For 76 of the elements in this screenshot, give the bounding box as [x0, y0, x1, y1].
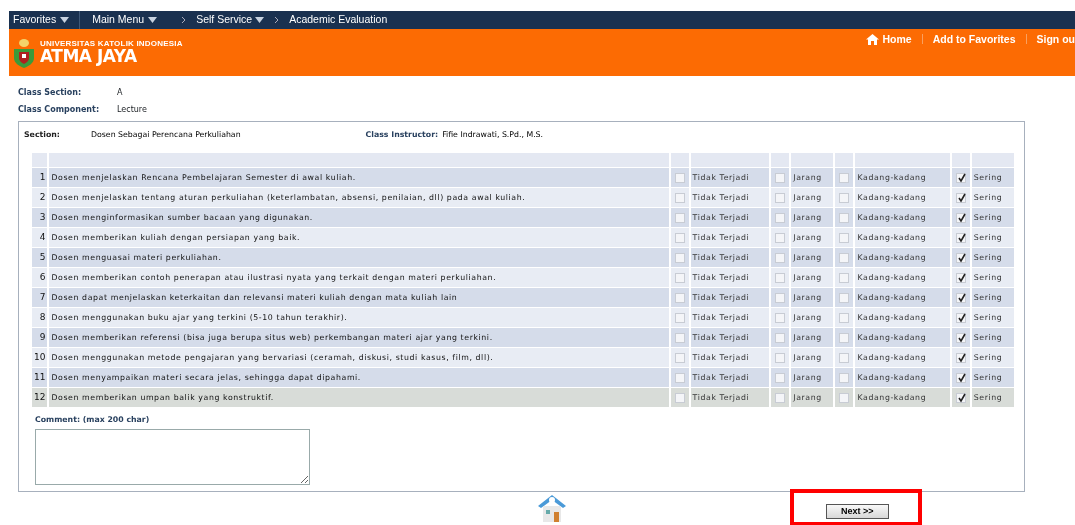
checkbox[interactable]: [674, 392, 685, 403]
checkbox[interactable]: [955, 272, 966, 283]
field-label: Class Component:: [18, 103, 101, 116]
checkbox[interactable]: [775, 192, 786, 203]
checkbox[interactable]: [955, 212, 966, 223]
checkbox[interactable]: [674, 252, 685, 263]
checkbox[interactable]: [775, 332, 786, 343]
crest-icon: [11, 37, 37, 68]
checkbox[interactable]: [839, 292, 850, 303]
checkbox[interactable]: [775, 292, 786, 303]
checkbox[interactable]: [839, 192, 850, 203]
checkbox[interactable]: [674, 292, 685, 303]
row-number: 7: [32, 288, 48, 307]
logo-tagline: UNIVERSITAS KATOLIK INDONESIA: [40, 40, 183, 48]
chevron-icon: [274, 16, 280, 24]
field-label: Class Section:: [18, 86, 83, 99]
field-value: A: [117, 86, 123, 99]
chevron-icon: [181, 16, 187, 24]
next-button[interactable]: Next >>: [826, 503, 889, 519]
checkbox[interactable]: [839, 352, 850, 363]
row-number: 10: [32, 348, 48, 367]
checkbox[interactable]: [775, 212, 786, 223]
checkbox[interactable]: [955, 372, 966, 383]
checkbox[interactable]: [839, 332, 850, 343]
checkbox[interactable]: [839, 232, 850, 243]
checkbox[interactable]: [839, 392, 850, 403]
row-number: 4: [32, 228, 48, 247]
menu-item[interactable]: Favorites: [13, 12, 57, 28]
checkbox[interactable]: [955, 232, 966, 243]
breadcrumb-item[interactable]: Academic Evaluation: [289, 12, 388, 28]
checkbox[interactable]: [955, 352, 966, 363]
row-number: 8: [32, 308, 48, 327]
checkbox[interactable]: [839, 212, 850, 223]
checkbox[interactable]: [775, 352, 786, 363]
field-value: Lecture: [117, 103, 147, 116]
checkbox[interactable]: [839, 372, 850, 383]
checkbox[interactable]: [674, 332, 685, 343]
checkbox[interactable]: [674, 312, 685, 323]
checkbox[interactable]: [674, 352, 685, 363]
checkbox[interactable]: [955, 252, 966, 263]
checkbox[interactable]: [775, 232, 786, 243]
checkbox[interactable]: [955, 332, 966, 343]
checkbox[interactable]: [955, 312, 966, 323]
row-number: 5: [32, 248, 48, 267]
comment-field[interactable]: [35, 428, 310, 485]
checkbox[interactable]: [775, 372, 786, 383]
breadcrumb-item[interactable]: Self Service: [196, 12, 253, 28]
logo-text: ATMA JAYA: [40, 48, 138, 65]
checkbox[interactable]: [775, 392, 786, 403]
home-icon: [866, 34, 880, 46]
checkbox[interactable]: [775, 252, 786, 263]
row-number: 3: [32, 208, 48, 227]
checkbox[interactable]: [674, 192, 685, 203]
checkbox[interactable]: [839, 312, 850, 323]
row-number: 2: [32, 188, 48, 207]
checkbox[interactable]: [955, 392, 966, 403]
checkbox[interactable]: [955, 172, 966, 183]
checkbox[interactable]: [674, 212, 685, 223]
checkbox[interactable]: [775, 312, 786, 323]
row-number: 12: [32, 388, 48, 407]
row-number: 9: [32, 328, 48, 347]
checkbox[interactable]: [674, 372, 685, 383]
checkbox[interactable]: [955, 192, 966, 203]
row-number: 11: [32, 368, 48, 387]
checkbox[interactable]: [674, 272, 685, 283]
checkbox[interactable]: [955, 292, 966, 303]
checkbox[interactable]: [839, 172, 850, 183]
checkbox[interactable]: [674, 172, 685, 183]
checkbox[interactable]: [775, 172, 786, 183]
row-number: 1: [32, 168, 48, 187]
row-number: 6: [32, 268, 48, 287]
checkbox[interactable]: [839, 252, 850, 263]
checkbox[interactable]: [775, 272, 786, 283]
menu-item[interactable]: Main Menu: [92, 12, 145, 28]
checkbox[interactable]: [839, 272, 850, 283]
checkbox[interactable]: [674, 232, 685, 243]
